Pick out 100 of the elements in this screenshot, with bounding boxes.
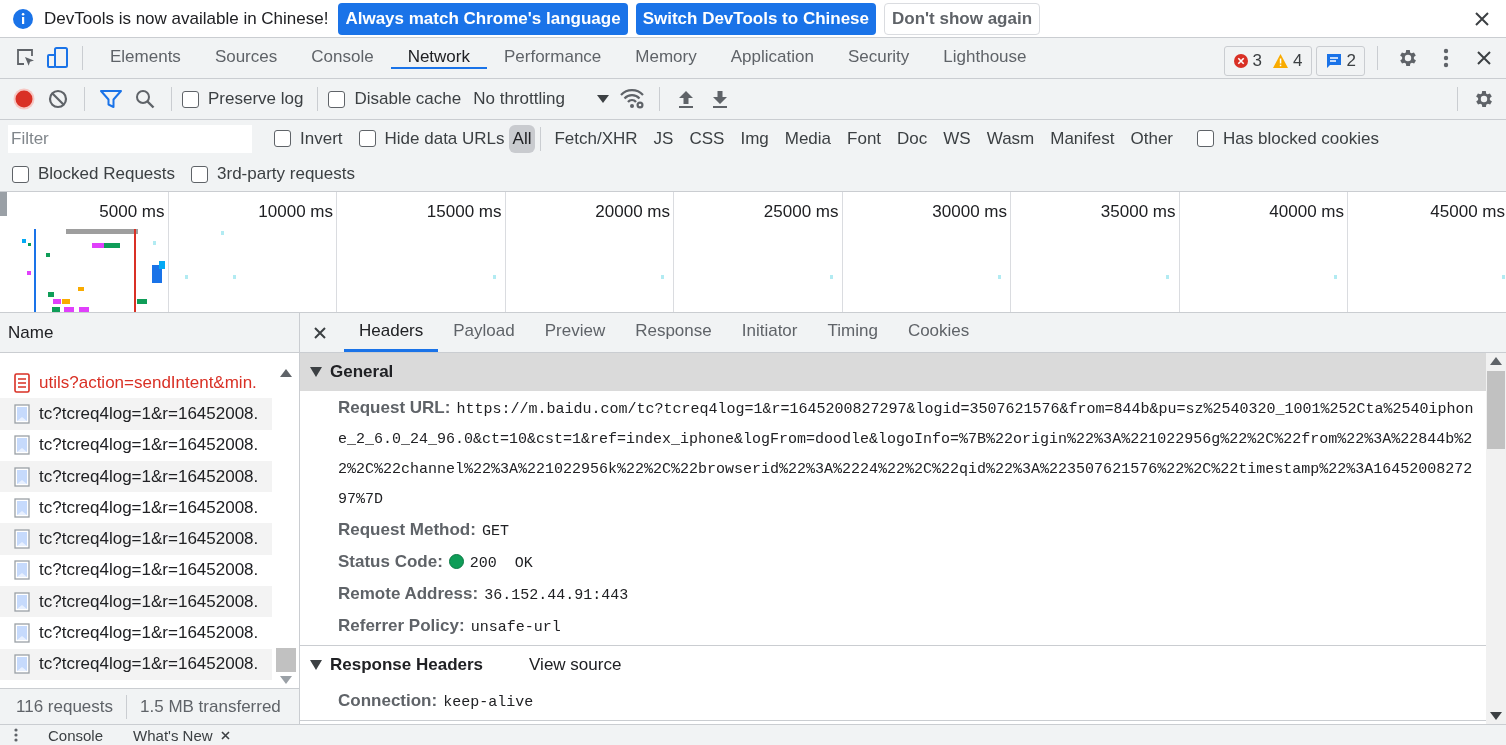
request-url-field: Request URL: https://m.baidu.com/tc?tcreq4log=1&r=1645200827297&logid=3507621576&from=844b&pu=sz%2540320_1001%252Cta%2540iphone_2_6.0_24_96.0&ct=10&cst=1&ref=index_iphone&logFrom=doodle&logoInfo=%7B%22origin%22%3A%221022956g%22%2C%22from%22%3A%22844b%22%2C%22channel%22%3A%221022956k%22%2C%22browserid%22%3A%2224%22%2C%22qid%22%3A%223507621576%22%2C%22timestamp%22%3A1645200827297%7D: [338, 393, 1478, 515]
close-icon: [220, 730, 230, 740]
panel-tab[interactable]: Network: [390, 47, 487, 69]
language-button[interactable]: Always match Chrome's language: [338, 2, 628, 35]
settings-icon: [1397, 47, 1419, 69]
blocked-requests-checkbox[interactable]: Blocked Requests: [12, 164, 176, 184]
panel-tab[interactable]: Lighthouse: [926, 47, 1044, 69]
scrollbar-thumb[interactable]: [1487, 371, 1505, 449]
section-header[interactable]: Response Headers View source: [300, 646, 1486, 684]
more-icon: [1443, 48, 1449, 68]
error-count: 3: [1252, 50, 1263, 71]
details-tab[interactable]: Initiator: [726, 313, 813, 352]
request-row[interactable]: tc?tcreq4log=1&r=16452008.: [0, 460, 273, 493]
document-icon: [14, 372, 30, 393]
request-row[interactable]: tc?tcreq4log=1&r=16452008.: [0, 523, 273, 555]
overview-handle[interactable]: [0, 192, 7, 216]
time-tick-label: 40000 ms: [1179, 192, 1348, 312]
request-count: 116 requests: [16, 696, 114, 717]
panel-tab[interactable]: Sources: [197, 47, 295, 69]
request-row[interactable]: tc?tcreq4log=1&r=16452008.: [0, 586, 273, 618]
scroll-up-icon[interactable]: [1490, 357, 1502, 365]
header-name: Request Method:: [338, 520, 476, 539]
filter-input[interactable]: Filter: [8, 124, 252, 153]
error-icon: [1232, 52, 1249, 69]
info-icon: [12, 7, 34, 30]
panel-tab[interactable]: Security: [830, 47, 927, 69]
request-row[interactable]: tc?tcreq4log=1&r=16452008.: [0, 648, 273, 680]
drawer-tab[interactable]: Console: [48, 726, 104, 744]
type-filter[interactable]: Fetch/XHR: [546, 124, 646, 153]
time-tick-label: 30000 ms: [842, 192, 1011, 312]
details-tab[interactable]: Response: [620, 313, 727, 352]
request-name: tc?tcreq4log=1&r=16452008.: [39, 654, 259, 675]
panel-tab[interactable]: Performance: [487, 47, 619, 69]
image-icon: [14, 403, 30, 424]
type-filter[interactable]: Media: [776, 124, 840, 153]
drawer-tab[interactable]: What's New: [133, 726, 230, 744]
request-name: utils?action=sendIntent&min.: [39, 372, 257, 393]
throttling-dropdown[interactable]: No throttling: [467, 84, 615, 114]
device-icon: [46, 46, 70, 70]
image-icon: [14, 435, 30, 456]
panel-tab[interactable]: Elements: [93, 47, 198, 69]
settings-icon: [1473, 88, 1495, 110]
view-source-link[interactable]: View source: [529, 655, 622, 675]
section-header[interactable]: General: [300, 353, 1486, 391]
header-value: 200 OK: [469, 555, 533, 572]
type-filter[interactable]: CSS: [681, 124, 733, 153]
type-filter[interactable]: Other: [1122, 124, 1182, 153]
has-blocked-cookies-checkbox[interactable]: Has blocked cookies: [1197, 128, 1379, 149]
panel-tab[interactable]: Console: [294, 47, 391, 69]
filter-icon: [100, 89, 122, 109]
time-tick-label: 15000 ms: [337, 192, 506, 312]
message-count: 2: [1346, 50, 1356, 71]
type-filter[interactable]: JS: [645, 124, 682, 153]
name-column-header[interactable]: Name: [0, 313, 299, 353]
close-icon: [1474, 10, 1490, 27]
disable-cache-checkbox[interactable]: Disable cache: [328, 89, 462, 109]
language-button[interactable]: Switch DevTools to Chinese: [635, 2, 876, 35]
scrollbar-thumb[interactable]: [275, 648, 296, 672]
preserve-log-checkbox[interactable]: Preserve log: [182, 89, 304, 109]
type-filter[interactable]: Wasm: [978, 124, 1043, 153]
messages-button[interactable]: 2: [1315, 45, 1365, 76]
type-filter[interactable]: Doc: [889, 124, 936, 153]
header-value: keep-alive: [443, 694, 534, 711]
third-party-checkbox[interactable]: 3rd-party requests: [191, 164, 355, 184]
type-filter[interactable]: Font: [839, 124, 890, 153]
warning-count: 4: [1293, 50, 1303, 71]
type-filter[interactable]: Img: [732, 124, 777, 153]
infobar-message: DevTools is now available in Chinese!: [44, 8, 329, 29]
details-tab[interactable]: Payload: [438, 313, 530, 352]
type-filter[interactable]: WS: [935, 124, 979, 153]
more-icon: [14, 728, 18, 742]
download-icon: [710, 89, 729, 109]
scrollbar[interactable]: [1486, 353, 1506, 724]
header-name: Referrer Policy:: [338, 616, 465, 635]
image-icon: [14, 560, 30, 581]
message-icon: [1324, 51, 1343, 70]
details-tab[interactable]: Cookies: [892, 313, 985, 352]
image-icon: [14, 654, 30, 675]
request-row[interactable]: tc?tcreq4log=1&r=16452008.: [0, 398, 273, 430]
request-name: tc?tcreq4log=1&r=16452008.: [39, 466, 259, 487]
panel-tab[interactable]: Memory: [618, 47, 714, 69]
image-icon: [14, 623, 30, 643]
panel-tab[interactable]: Application: [713, 47, 831, 69]
scroll-up-icon[interactable]: [279, 369, 292, 377]
dismiss-button[interactable]: Don't show again: [884, 2, 1041, 35]
image-icon: [14, 466, 30, 487]
type-filter[interactable]: Manifest: [1042, 124, 1123, 153]
details-tab[interactable]: Timing: [812, 313, 893, 352]
invert-checkbox[interactable]: Invert: [274, 128, 343, 149]
scroll-down-icon[interactable]: [1490, 712, 1502, 720]
type-filter[interactable]: All: [508, 124, 536, 153]
clear-icon: [48, 89, 68, 109]
issues-button[interactable]: 3 4: [1223, 45, 1312, 76]
header-value: GET: [481, 523, 509, 540]
hide-data-urls-checkbox[interactable]: Hide data URLs: [358, 128, 505, 149]
expand-triangle-icon: [310, 660, 322, 670]
expand-triangle-icon: [310, 367, 322, 377]
request-name: tc?tcreq4log=1&r=16452008.: [39, 497, 259, 518]
details-tab[interactable]: Preview: [529, 313, 621, 352]
warning-icon: [1272, 52, 1290, 69]
